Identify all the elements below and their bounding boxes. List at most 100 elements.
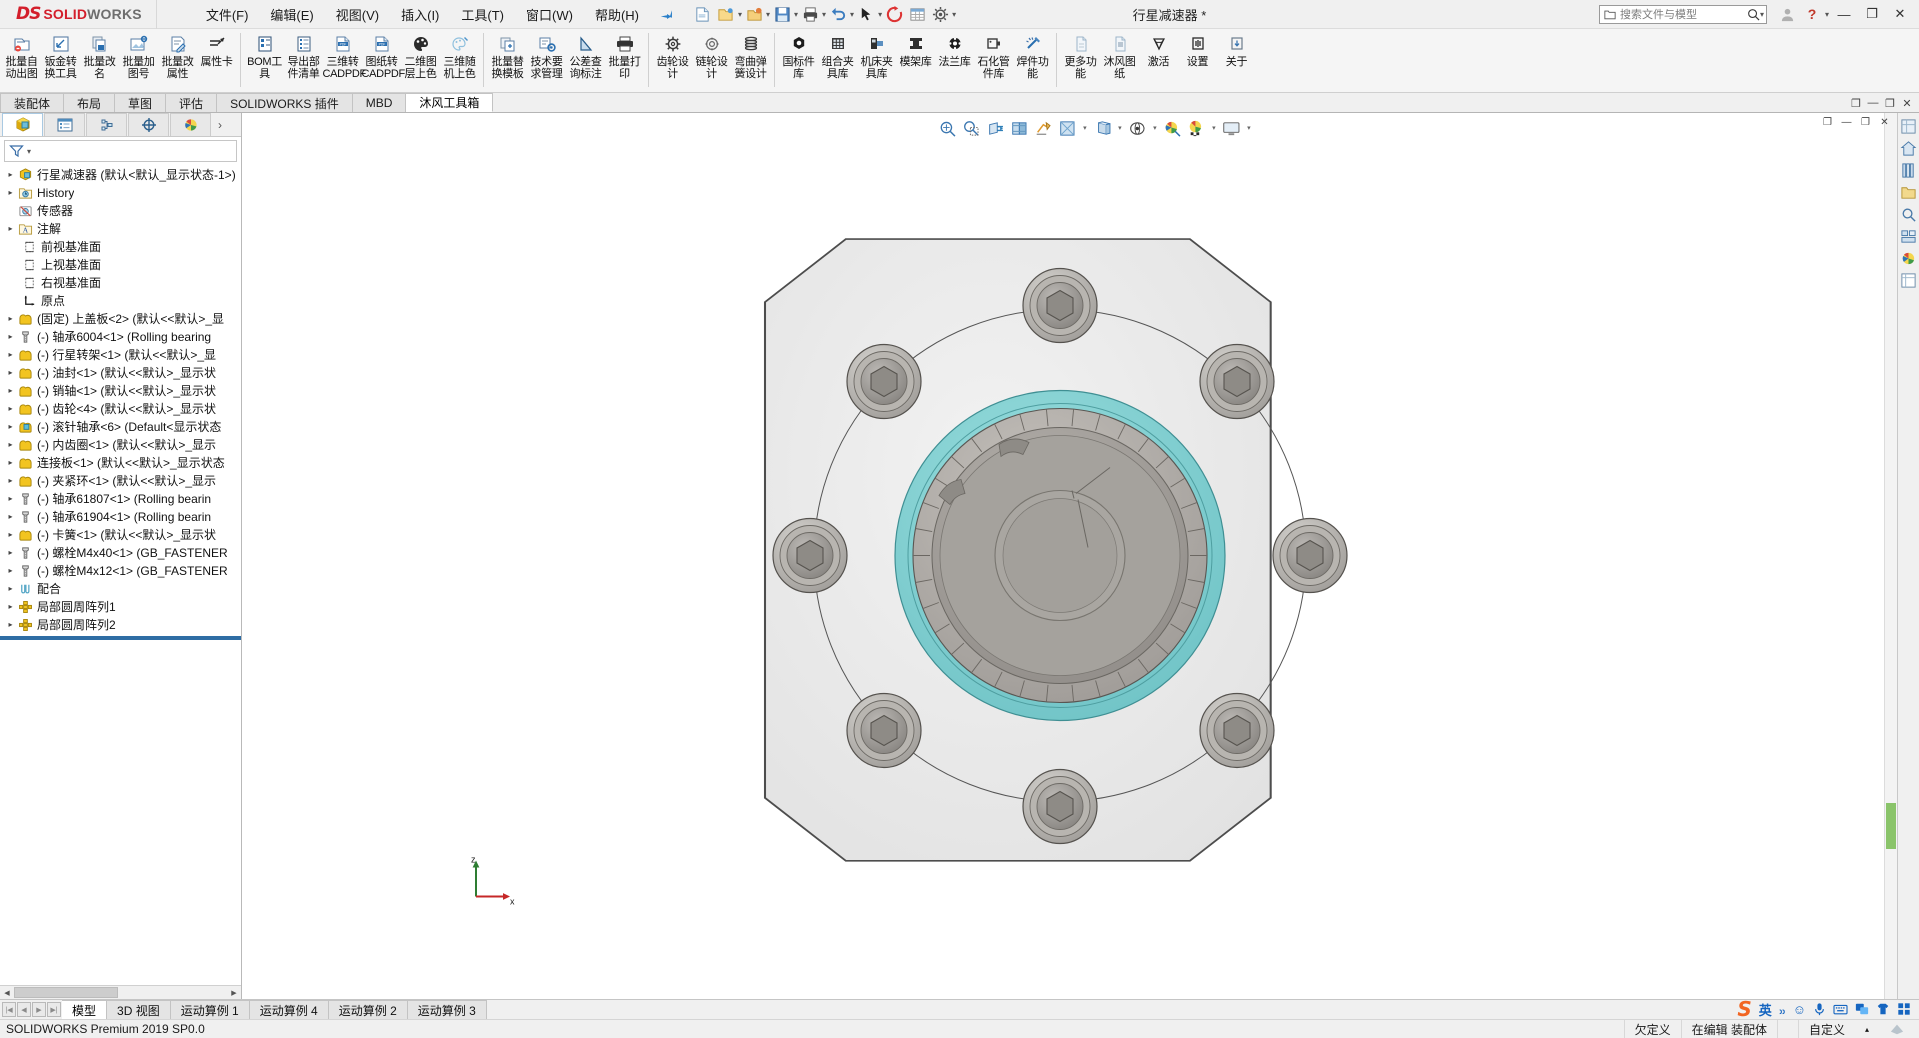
menu-tools[interactable]: 工具(T) <box>450 1 515 28</box>
settings-button[interactable]: 设置 <box>1178 29 1217 91</box>
display-style-icon[interactable] <box>1056 117 1078 139</box>
rebuild-icon[interactable] <box>883 3 905 25</box>
tab-mufeng-toolbox[interactable]: 沐风工具箱 <box>406 93 494 112</box>
property-card-button[interactable]: 属性卡 <box>197 29 236 91</box>
standard-part-library-button[interactable]: 国标件库 <box>779 29 818 91</box>
restore-window-icon[interactable]: ❐ <box>1848 95 1864 111</box>
expand-arrow-icon[interactable]: ▸ <box>4 529 17 542</box>
pushpin-icon[interactable] <box>657 4 677 24</box>
bottom-tab-model[interactable]: 模型 <box>62 1000 108 1019</box>
chevron-down-icon[interactable]: ▾ <box>1080 124 1089 132</box>
bottom-tab-motion-study-2[interactable]: 运动算例 2 <box>328 1000 408 1019</box>
tree-node-component[interactable]: ▸ (-) 卡簧<1> (默认<<默认>_显示状 <box>0 526 241 544</box>
3d-drawing-view-icon[interactable] <box>1032 117 1054 139</box>
tree-node-component[interactable]: ▸ (-) 内齿圈<1> (默认<<默认>_显示 <box>0 436 241 454</box>
feature-manager-tree-tab[interactable] <box>2 113 43 136</box>
scene-background-icon[interactable] <box>1185 117 1207 139</box>
spring-design-button[interactable]: 弯曲弹簧设计 <box>731 29 770 91</box>
tab-layout[interactable]: 布局 <box>64 93 116 112</box>
undo-icon[interactable] <box>827 3 849 25</box>
tree-node-component[interactable]: ▸ (-) 轴承6004<1> (Rolling bearing <box>0 328 241 346</box>
file-explorer-icon[interactable] <box>1899 183 1918 202</box>
search-caret-icon[interactable]: ▾ <box>1760 10 1764 19</box>
batch-auto-drawing-button[interactable]: 批量自动出图 <box>2 29 41 91</box>
chevron-down-icon[interactable]: ▾ <box>1115 124 1124 132</box>
batch-edit-property-button[interactable]: 批量改属性 <box>158 29 197 91</box>
machine-fixture-library-button[interactable]: 机床夹具库 <box>857 29 896 91</box>
expand-arrow-icon[interactable]: ▸ <box>4 475 17 488</box>
tree-node-origin[interactable]: 原点 <box>0 292 241 310</box>
search-library-icon[interactable] <box>1899 205 1918 224</box>
expand-arrow-icon[interactable]: ▸ <box>4 403 17 416</box>
tree-node-top-plane[interactable]: 上视基准面 <box>0 256 241 274</box>
batch-add-number-button[interactable]: 0 批量加图号 <box>119 29 158 91</box>
undo-caret-icon[interactable]: ▾ <box>850 10 854 19</box>
tech-requirement-button[interactable]: 技术要求管理 <box>527 29 566 91</box>
activate-button[interactable]: 激活 <box>1139 29 1178 91</box>
bottom-tab-motion-study-3[interactable]: 运动算例 3 <box>407 1000 487 1019</box>
expand-arrow-icon[interactable]: ▸ <box>4 421 17 434</box>
flange-library-button[interactable]: 法兰库 <box>935 29 974 91</box>
open-caret-icon[interactable]: ▾ <box>766 10 770 19</box>
scroll-thumb[interactable] <box>14 987 118 998</box>
select-caret-icon[interactable]: ▾ <box>878 10 882 19</box>
bom-tool-button[interactable]: BOM工具 <box>245 29 284 91</box>
punctuation-icon[interactable]: ᠉ <box>1779 998 1786 1021</box>
last-tab-icon[interactable]: ▶| <box>47 1002 61 1017</box>
restore-window-icon[interactable]: ❐ <box>1819 115 1836 130</box>
menu-edit[interactable]: 编辑(E) <box>259 1 324 28</box>
bottom-tab-motion-study-4[interactable]: 运动算例 4 <box>249 1000 329 1019</box>
apps-icon[interactable] <box>1897 1002 1911 1016</box>
tree-node-component[interactable]: ▸ (-) 行星转架<1> (默认<<默认>_显 <box>0 346 241 364</box>
batch-print-button[interactable]: 批量打印 <box>605 29 644 91</box>
about-button[interactable]: 关于 <box>1217 29 1256 91</box>
expand-arrow-icon[interactable]: ▸ <box>4 169 17 182</box>
display-manager-tab[interactable] <box>170 113 211 136</box>
expand-arrow-icon[interactable]: ▸ <box>4 601 17 614</box>
expand-arrow-icon[interactable]: ▸ <box>4 457 17 470</box>
tab-solidworks-addins[interactable]: SOLIDWORKS 插件 <box>217 93 353 112</box>
select-cursor-icon[interactable] <box>855 3 877 25</box>
more-features-button[interactable]: 更多功能 <box>1061 29 1100 91</box>
home-icon[interactable] <box>1899 139 1918 158</box>
tab-assembly[interactable]: 装配体 <box>0 93 65 112</box>
property-manager-tab[interactable] <box>44 113 85 136</box>
tree-node-component[interactable]: ▸ (-) 销轴<1> (默认<<默认>_显示状 <box>0 382 241 400</box>
tab-sketch[interactable]: 草图 <box>115 93 167 112</box>
menu-insert[interactable]: 插入(I) <box>390 1 450 28</box>
gear-design-button[interactable]: 齿轮设计 <box>653 29 692 91</box>
configuration-manager-tab[interactable] <box>86 113 127 136</box>
close-window-icon[interactable]: ✕ <box>1899 95 1915 111</box>
print-caret-icon[interactable]: ▾ <box>822 10 826 19</box>
pipe-fitting-library-button[interactable]: 石化管件库 <box>974 29 1013 91</box>
open-icon[interactable] <box>743 3 765 25</box>
keyboard-icon[interactable] <box>1833 1003 1848 1016</box>
voice-icon[interactable] <box>1813 1002 1826 1016</box>
minimize-window-icon[interactable]: — <box>1865 95 1881 111</box>
bottom-tab-3dview[interactable]: 3D 视图 <box>107 1000 171 1019</box>
view-palette-icon[interactable] <box>1899 117 1918 136</box>
tree-node-mates[interactable]: ▸ 配合 <box>0 580 241 598</box>
expand-arrow-icon[interactable]: ▸ <box>4 349 17 362</box>
feature-tree[interactable]: ▸ 行星减速器 (默认<默认_显示状态-1>) ▸ History ▸ <box>0 164 241 985</box>
minimize-window-icon[interactable]: — <box>1838 115 1855 130</box>
translate-icon[interactable] <box>1855 1002 1869 1016</box>
tree-node-component[interactable]: ▸ (固定) 上盖板<2> (默认<<默认>_显 <box>0 310 241 328</box>
viewport-vertical-scrollbar[interactable] <box>1884 113 1897 999</box>
3d-to-pdf-button[interactable]: PDF 三维转CADPDF <box>323 29 366 91</box>
tab-evaluate[interactable]: 评估 <box>166 93 218 112</box>
tree-node-component[interactable]: ▸ 连接板<1> (默认<<默认>_显示状态 <box>0 454 241 472</box>
mufeng-drawing-button[interactable]: 沐风图纸 <box>1100 29 1139 91</box>
prev-tab-icon[interactable]: ◀ <box>17 1002 31 1017</box>
dimxpert-manager-tab[interactable] <box>128 113 169 136</box>
chevron-down-icon[interactable]: ▾ <box>1209 124 1218 132</box>
expand-arrow-icon[interactable]: ▸ <box>4 583 17 596</box>
tree-node-component[interactable]: ▸ (-) 螺栓M4x12<1> (GB_FASTENER <box>0 562 241 580</box>
tree-node-component[interactable]: ▸ (-) 齿轮<4> (默认<<默认>_显示状 <box>0 400 241 418</box>
apply-scene-icon[interactable] <box>1161 117 1183 139</box>
expand-arrow-icon[interactable]: ▸ <box>4 619 17 632</box>
options-table-icon[interactable] <box>906 3 928 25</box>
new-caret-icon[interactable]: ▾ <box>738 10 742 19</box>
export-partlist-button[interactable]: 导出部件清单 <box>284 29 323 91</box>
weldment-button[interactable]: 焊件功能 <box>1013 29 1052 91</box>
